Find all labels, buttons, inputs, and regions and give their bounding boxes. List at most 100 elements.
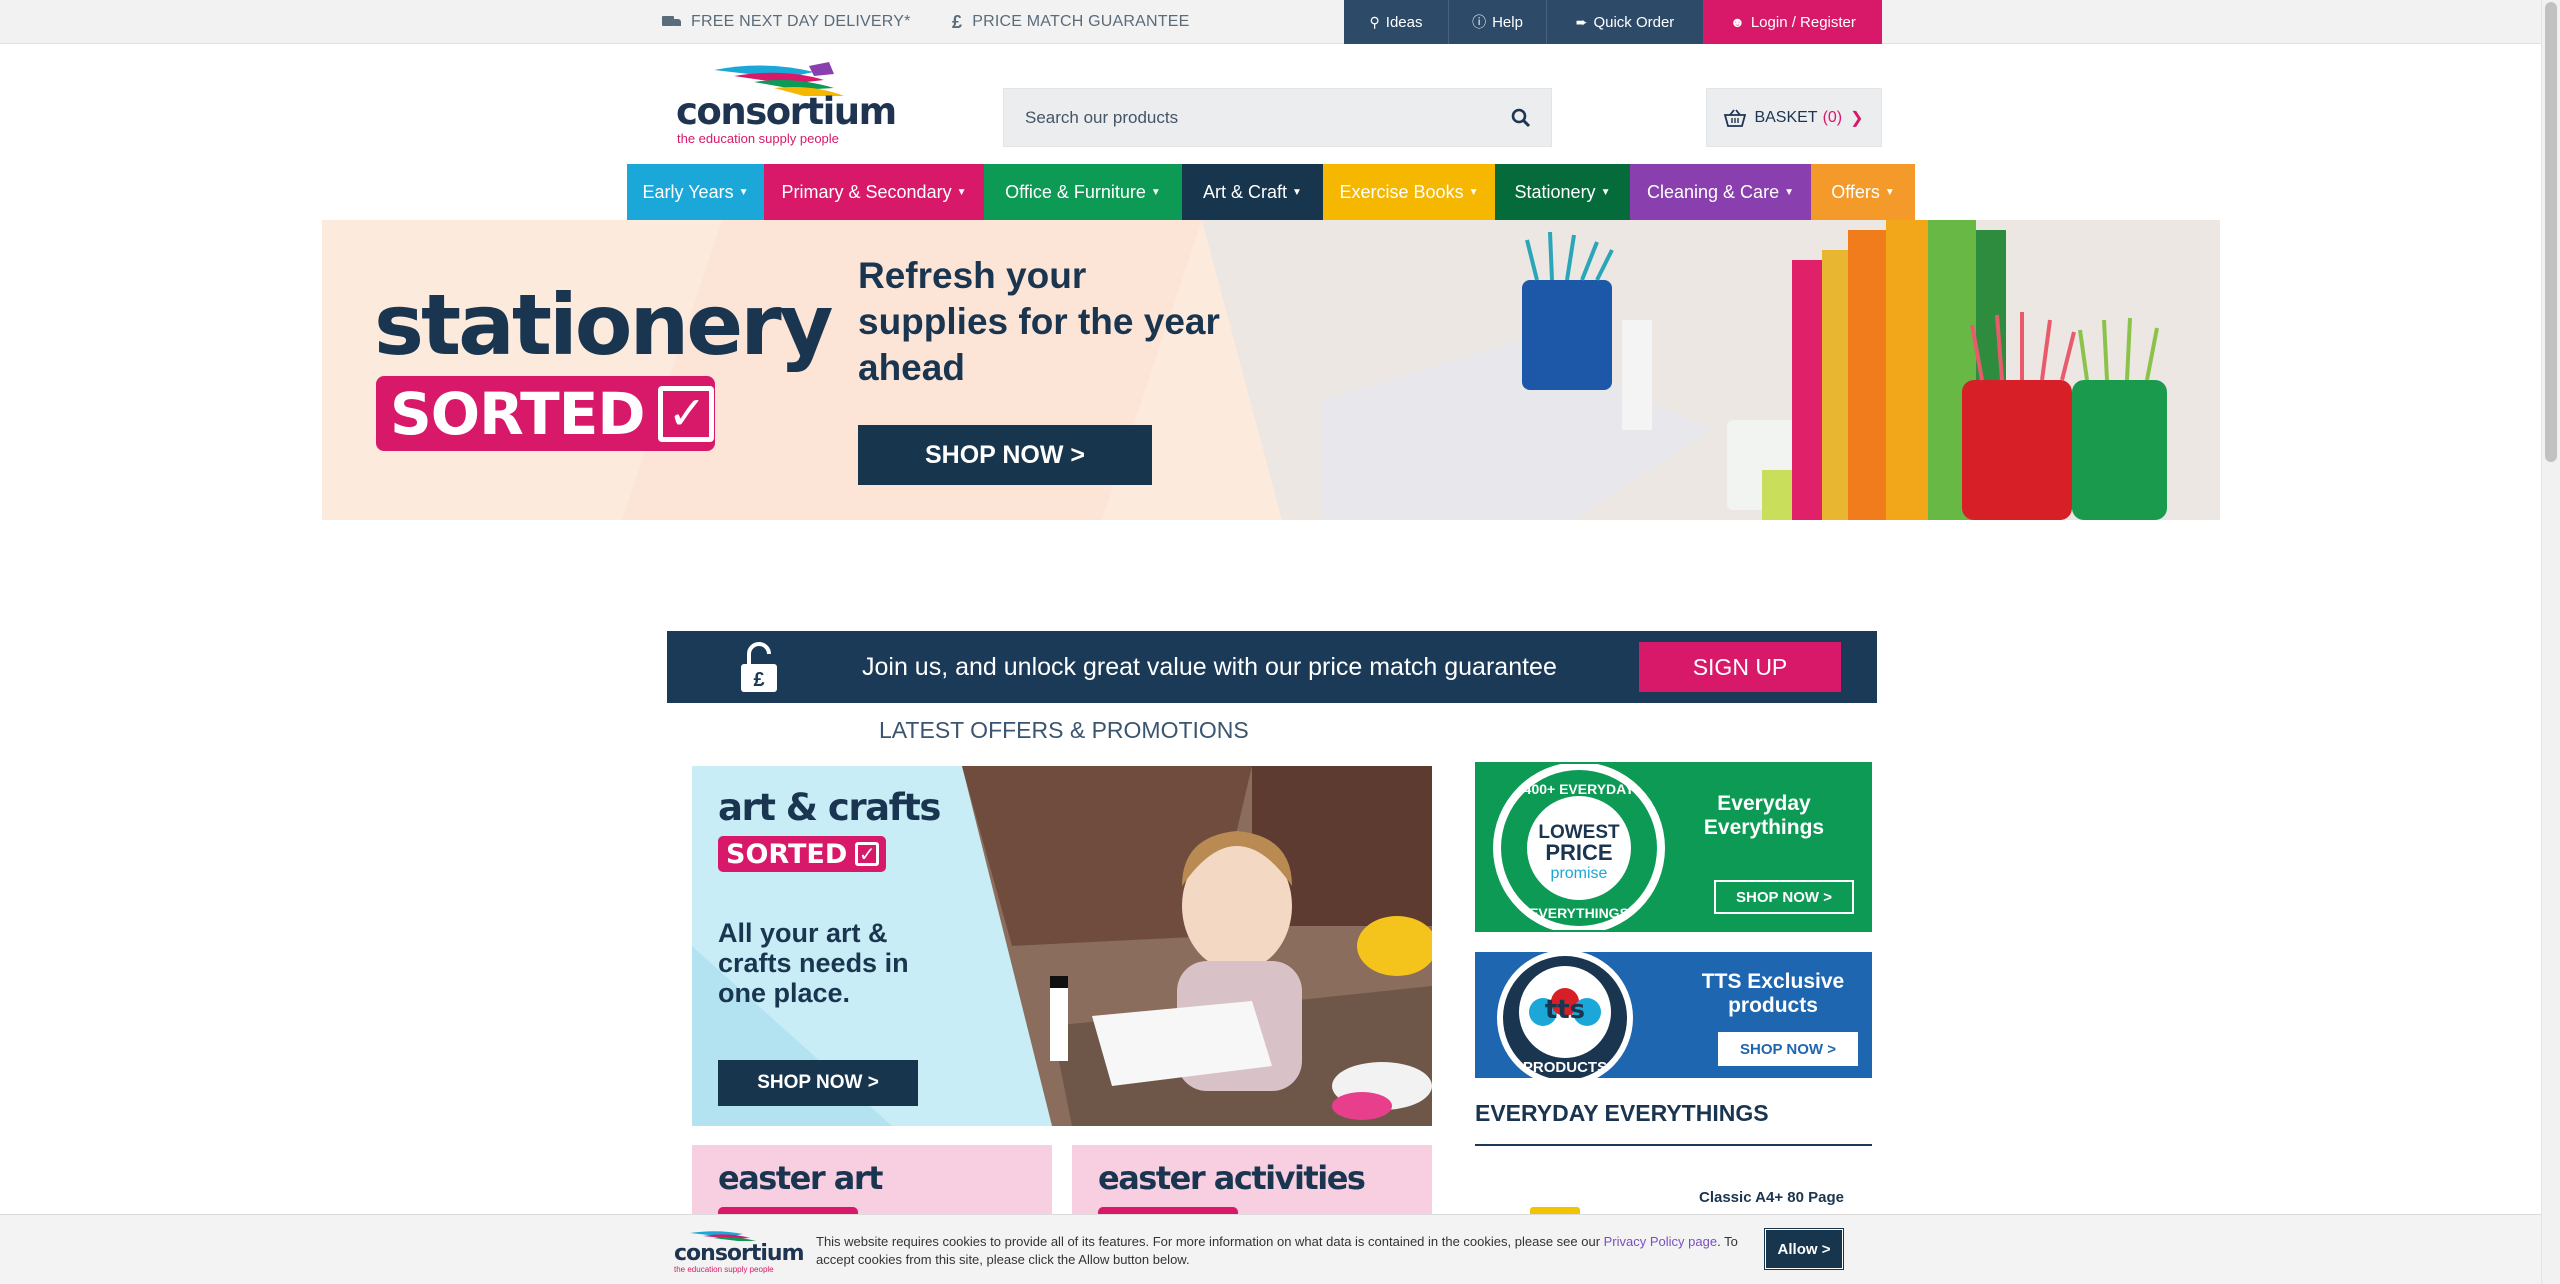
lowest-price-badge-icon: 400+ EVERYDAY LOWEST PRICE promise EVERY… — [1493, 764, 1665, 930]
hero-copy: Refresh your supplies for the year ahead — [858, 255, 1220, 388]
basket-label: BASKET — [1754, 108, 1818, 126]
everyday-everythings-promo[interactable]: 400+ EVERYDAY LOWEST PRICE promise EVERY… — [1475, 762, 1872, 932]
chevron-down-icon: ❯ — [1850, 109, 1864, 127]
unlock-icon: £ — [741, 642, 777, 692]
basket-count: (0) — [1822, 108, 1843, 126]
cookie-logo: consortium the education supply people — [674, 1229, 805, 1274]
logo-tagline: the education supply people — [677, 131, 839, 146]
nav-stationery[interactable]: Stationery ▼ — [1495, 164, 1630, 220]
user-icon: ☻ — [1730, 14, 1745, 30]
chevron-down-icon: ▼ — [1292, 186, 1302, 198]
map-marker-icon: ⚲ — [1369, 13, 1380, 30]
scrollbar-thumb[interactable] — [2545, 2, 2557, 462]
basket-button[interactable]: BASKET (0) ❯ — [1706, 88, 1882, 147]
everyday-shop-now-button[interactable]: SHOP NOW > — [1714, 880, 1854, 914]
hero-badge-text: SORTED — [390, 379, 645, 448]
easter-activities-heading: easter activities — [1098, 1159, 1366, 1197]
everyday-title: Everyday Everythings — [1703, 792, 1825, 839]
search-bar — [1003, 88, 1552, 147]
badge-promise-text: promise — [1551, 865, 1608, 882]
checkbox-tick-icon: ✓ — [855, 842, 880, 866]
badge-bottom-text: EVERYTHINGS — [1529, 905, 1629, 921]
ideas-link[interactable]: ⚲ Ideas — [1344, 0, 1449, 44]
nav-office-furniture[interactable]: Office & Furniture ▼ — [984, 164, 1182, 220]
quick-order-link[interactable]: ➨ Quick Order — [1547, 0, 1704, 44]
page: FREE NEXT DAY DELIVERY* £ PRICE MATCH GU… — [0, 0, 2560, 1284]
chevron-down-icon: ▼ — [738, 186, 749, 198]
cookie-banner: consortium the education supply people T… — [0, 1214, 2560, 1284]
search-icon — [1511, 108, 1531, 127]
nav-offers[interactable]: Offers ▼ — [1811, 164, 1915, 220]
art-badge-text: SORTED — [726, 838, 848, 870]
help-label: Help — [1492, 13, 1523, 31]
price-match-text: PRICE MATCH GUARANTEE — [972, 13, 1190, 30]
search-button[interactable] — [1491, 89, 1551, 146]
everyday-inner: 400+ EVERYDAY LOWEST PRICE promise EVERY… — [1479, 764, 1868, 930]
art-crafts-heading: art & crafts — [718, 786, 941, 829]
nav-art-craft[interactable]: Art & Craft ▼ — [1182, 164, 1323, 220]
truck-icon — [662, 15, 681, 29]
price-match-notice: £ PRICE MATCH GUARANTEE — [952, 0, 1189, 44]
bird-logo-icon — [690, 1231, 756, 1241]
logo-word: consortium — [676, 90, 897, 133]
quick-order-label: Quick Order — [1593, 13, 1675, 31]
login-register-label: Login / Register — [1750, 13, 1856, 31]
sign-up-button[interactable]: SIGN UP — [1639, 642, 1841, 692]
help-link[interactable]: ⓘ Help — [1449, 0, 1547, 44]
product-title[interactable]: Classic A4+ 80 Page — [1699, 1189, 1844, 1206]
chevron-down-icon: ▼ — [1784, 186, 1794, 198]
tts-title: TTS Exclusive products — [1701, 970, 1845, 1017]
free-delivery-text: FREE NEXT DAY DELIVERY* — [691, 13, 911, 30]
privacy-policy-link[interactable]: Privacy Policy page — [1604, 1234, 1717, 1249]
tts-logo-text: tts — [1545, 995, 1585, 1025]
cookie-message: This website requires cookies to provide… — [816, 1233, 1746, 1269]
top-bar: FREE NEXT DAY DELIVERY* £ PRICE MATCH GU… — [0, 0, 2560, 44]
latest-offers-title: LATEST OFFERS & PROMOTIONS — [879, 717, 1249, 743]
consortium-logo[interactable]: consortium the education supply people — [674, 60, 897, 150]
easter-art-heading: easter art — [718, 1159, 883, 1197]
nav-label: Early Years — [642, 181, 734, 202]
hero-shop-now-button[interactable]: SHOP NOW > — [858, 425, 1152, 485]
search-input[interactable] — [1004, 89, 1484, 146]
info-icon: ⓘ — [1472, 14, 1487, 30]
checkbox-tick-icon: ✓ — [658, 385, 715, 442]
nav-primary-secondary[interactable]: Primary & Secondary ▼ — [764, 164, 984, 220]
chevron-down-icon: ▼ — [956, 186, 967, 198]
art-sorted-badge: SORTED ✓ — [718, 836, 886, 872]
nav-label: Stationery — [1514, 181, 1596, 202]
nav-exercise-books[interactable]: Exercise Books ▼ — [1323, 164, 1495, 220]
nav-label: Exercise Books — [1339, 181, 1464, 202]
nav-early-years[interactable]: Early Years ▼ — [627, 164, 764, 220]
pound-icon: £ — [952, 11, 963, 32]
hero-sorted-badge: SORTED ✓ — [376, 376, 715, 451]
badge-top-text: 400+ EVERYDAY — [1524, 781, 1635, 797]
chevron-down-icon: ▼ — [1884, 186, 1895, 198]
nav-cleaning-care[interactable]: Cleaning & Care ▼ — [1630, 164, 1811, 220]
art-crafts-text: All your art & crafts needs in one place… — [718, 918, 909, 1008]
badge-price-text: PRICE — [1545, 840, 1612, 865]
nav-label: Art & Craft — [1203, 181, 1288, 202]
art-shop-now-button[interactable]: SHOP NOW > — [718, 1060, 918, 1106]
ideas-label: Ideas — [1385, 13, 1423, 31]
cookie-logo-tagline: the education supply people — [674, 1265, 774, 1274]
nav-label: Office & Furniture — [1005, 181, 1146, 202]
art-crafts-promo[interactable]: art & crafts SORTED ✓ All your art & cra… — [692, 766, 1432, 1126]
allow-cookies-button[interactable]: Allow > — [1764, 1228, 1844, 1270]
chevron-down-icon: ▼ — [1150, 186, 1161, 198]
nav-label: Cleaning & Care — [1647, 181, 1780, 202]
tts-shop-now-button[interactable]: SHOP NOW > — [1718, 1032, 1858, 1066]
top-links: ⚲ Ideas ⓘ Help ➨ Quick Order ☻ Login / R… — [1344, 0, 1882, 44]
join-text: Join us, and unlock great value with our… — [862, 652, 1557, 681]
tts-exclusive-promo[interactable]: tts PRODUCTS TTS Exclusive products SHOP… — [1475, 952, 1872, 1078]
arrow-circle-icon: ➨ — [1575, 13, 1588, 30]
cookie-text-before: This website requires cookies to provide… — [816, 1234, 1604, 1249]
hero-title: stationery — [374, 276, 833, 374]
login-register-link[interactable]: ☻ Login / Register — [1704, 0, 1882, 44]
main-nav: Early Years ▼ Primary & Secondary ▼ Office… — [627, 164, 1915, 220]
scrollbar[interactable] — [2541, 0, 2560, 1284]
hero-banner[interactable]: stationery SORTED ✓ Refresh your supplie… — [322, 220, 2220, 520]
join-banner[interactable]: £ Join us, and unlock great value with o… — [667, 631, 1877, 703]
everyday-everythings-heading: EVERYDAY EVERYTHINGS — [1475, 1100, 1872, 1146]
chevron-down-icon: ▼ — [1600, 186, 1611, 198]
basket-icon — [1724, 108, 1747, 127]
